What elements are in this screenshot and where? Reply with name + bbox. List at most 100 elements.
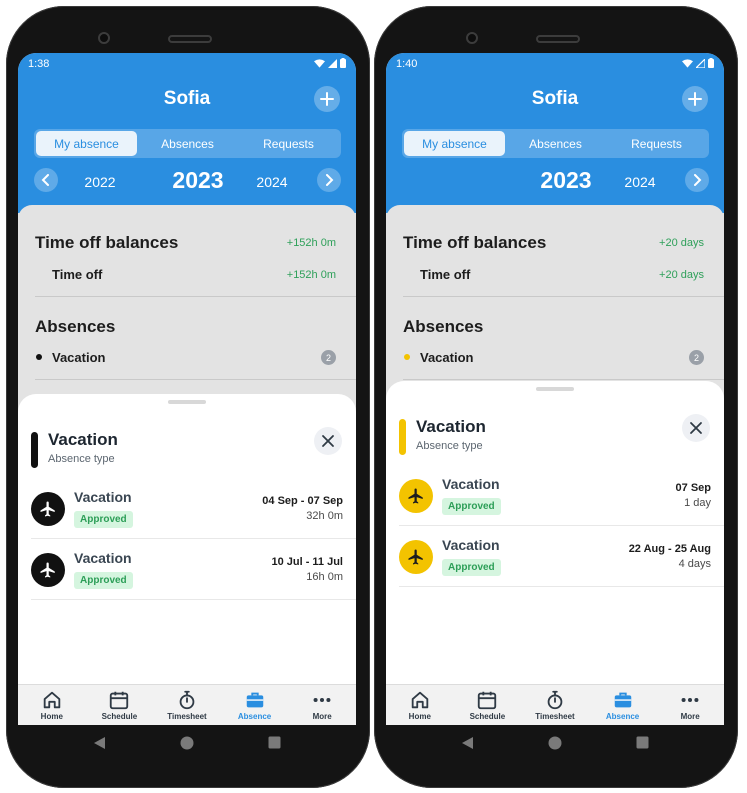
home-circle-icon[interactable]	[548, 736, 562, 755]
balances-title: Time off balances	[403, 233, 547, 252]
status-badge: Approved	[442, 498, 501, 515]
year-prev[interactable]: 2022	[70, 167, 130, 197]
tab-requests[interactable]: Requests	[238, 131, 339, 156]
sheet-subtitle: Absence type	[416, 440, 483, 452]
segment-tabs: My absence Absences Requests	[34, 129, 341, 158]
plane-icon	[31, 492, 65, 526]
year-current: 2023	[540, 167, 592, 193]
year-next[interactable]: 2024	[242, 167, 302, 197]
time-off-label: Time off	[52, 267, 103, 282]
nav-label: Schedule	[469, 712, 506, 721]
time-off-label: Time off	[420, 267, 471, 282]
home-circle-icon[interactable]	[180, 736, 194, 755]
year-next[interactable]: 2024	[610, 167, 670, 197]
system-nav-bar	[386, 725, 724, 765]
signal-icon	[328, 58, 337, 68]
item-dates: 22 Aug - 25 Aug	[628, 543, 711, 555]
app-screen: 1:40 Sofia My absence Absences Requests	[386, 53, 724, 725]
item-duration: 1 day	[684, 497, 711, 509]
recents-icon[interactable]	[636, 736, 649, 754]
nav-more[interactable]: More	[656, 685, 724, 725]
back-icon[interactable]	[461, 736, 474, 755]
nav-home[interactable]: Home	[18, 685, 86, 725]
briefcase-icon	[614, 692, 631, 708]
status-bar: 1:40	[396, 57, 714, 73]
balances-title: Time off balances	[35, 233, 179, 252]
bottom-nav: Home Schedule Timesheet Absence More	[386, 684, 724, 725]
item-duration: 16h 0m	[306, 571, 343, 583]
stopwatch-icon	[547, 690, 563, 710]
plane-icon	[399, 540, 433, 574]
item-name: Vacation	[74, 489, 132, 505]
tab-my-absence[interactable]: My absence	[404, 131, 505, 156]
nav-absence[interactable]: Absence	[589, 685, 657, 725]
battery-icon	[340, 58, 346, 68]
next-year-button[interactable]	[317, 168, 341, 192]
absence-item-label[interactable]: Vacation	[52, 350, 105, 365]
year-switcher: 2023 2024	[402, 165, 709, 195]
tab-requests[interactable]: Requests	[606, 131, 707, 156]
nav-label: Home	[408, 712, 431, 721]
screenshot-stage: 1:38 Sofia My absence Absences Requests	[0, 0, 747, 793]
add-button[interactable]	[682, 86, 708, 112]
app-screen: 1:38 Sofia My absence Absences Requests	[18, 53, 356, 725]
nav-more[interactable]: More	[288, 685, 356, 725]
close-button[interactable]	[682, 414, 710, 442]
header-area: 1:38 Sofia My absence Absences Requests	[18, 53, 356, 213]
tab-absences[interactable]: Absences	[505, 131, 606, 156]
list-item[interactable]: Vacation Approved 07 Sep 1 day	[399, 466, 724, 526]
recents-icon[interactable]	[268, 736, 281, 754]
status-time: 1:40	[396, 58, 418, 70]
absences-title: Absences	[403, 317, 484, 336]
prev-year-button[interactable]	[34, 168, 58, 192]
list-item[interactable]: Vacation Approved 04 Sep - 07 Sep 32h 0m	[31, 479, 356, 539]
list-item[interactable]: Vacation Approved 10 Jul - 11 Jul 16h 0m	[31, 540, 356, 600]
close-icon	[322, 435, 334, 447]
absence-item-label[interactable]: Vacation	[420, 350, 473, 365]
plus-icon	[688, 92, 702, 106]
sheet-drag-handle[interactable]	[536, 387, 574, 391]
nav-timesheet[interactable]: Timesheet	[153, 685, 221, 725]
nav-label: Schedule	[101, 712, 138, 721]
nav-schedule[interactable]: Schedule	[454, 685, 522, 725]
absence-count-badge: 2	[689, 350, 704, 365]
back-icon[interactable]	[93, 736, 106, 755]
status-icons	[682, 58, 714, 68]
absence-type-sheet: Vacation Absence type Vacation Approved …	[386, 381, 724, 684]
earpiece-speaker	[536, 35, 580, 43]
signal-icon	[696, 58, 705, 68]
nav-home[interactable]: Home	[386, 685, 454, 725]
add-button[interactable]	[314, 86, 340, 112]
year-current: 2023	[172, 167, 224, 193]
list-item[interactable]: Vacation Approved 22 Aug - 25 Aug 4 days	[399, 527, 724, 587]
item-dates: 04 Sep - 07 Sep	[262, 495, 343, 507]
tab-my-absence[interactable]: My absence	[36, 131, 137, 156]
status-badge: Approved	[74, 511, 133, 528]
balances-total: +20 days	[659, 237, 704, 249]
sheet-drag-handle[interactable]	[168, 400, 206, 404]
briefcase-icon	[246, 692, 263, 708]
nav-absence[interactable]: Absence	[221, 685, 289, 725]
nav-timesheet[interactable]: Timesheet	[521, 685, 589, 725]
front-camera	[98, 32, 110, 44]
divider	[403, 296, 724, 297]
chevron-right-icon	[694, 174, 702, 186]
tab-absences[interactable]: Absences	[137, 131, 238, 156]
plane-icon	[31, 553, 65, 587]
nav-label: More	[312, 712, 332, 721]
nav-schedule[interactable]: Schedule	[86, 685, 154, 725]
item-dates: 07 Sep	[675, 482, 711, 494]
sheet-subtitle: Absence type	[48, 453, 115, 465]
nav-label: Home	[40, 712, 63, 721]
status-badge: Approved	[442, 559, 501, 576]
absence-type-sheet: Vacation Absence type Vacation Approved …	[18, 394, 356, 684]
home-icon	[411, 691, 429, 709]
item-name: Vacation	[442, 476, 500, 492]
segment-tabs: My absence Absences Requests	[402, 129, 709, 158]
vacation-bullet	[36, 354, 42, 360]
close-button[interactable]	[314, 427, 342, 455]
next-year-button[interactable]	[685, 168, 709, 192]
calendar-icon	[110, 691, 129, 710]
divider	[35, 379, 356, 380]
wifi-icon	[314, 58, 325, 68]
